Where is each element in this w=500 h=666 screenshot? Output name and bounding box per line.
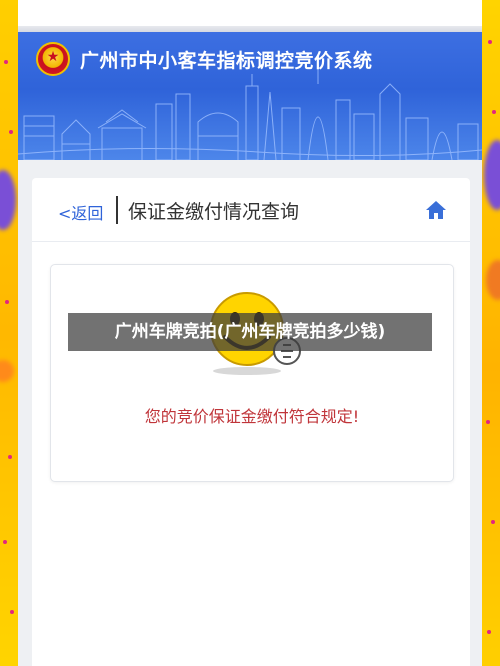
decor-dot [5,300,9,304]
decor-dot [486,420,490,424]
top-strip [18,0,482,32]
decor-dot [10,610,14,614]
guangzhou-emblem-icon [36,42,70,76]
page-title: 保证金缴付情况查询 [128,201,300,223]
query-card: <返回 保证金缴付情况查询 您的竞价保证金缴付符合规定! [32,178,470,666]
result-panel: 您的竞价保证金缴付符合规定! [50,264,454,482]
decor-dot [487,630,491,634]
decor-dot [9,130,13,134]
header-divider [116,196,118,224]
decor-dot [8,455,12,459]
decor-blob [0,170,16,230]
decor-blob [484,140,500,210]
result-message: 您的竞价保证金缴付符合规定! [144,407,360,426]
right-backdrop [482,0,500,666]
decor-dot [488,40,492,44]
page-header: <返回 保证金缴付情况查询 [32,178,470,242]
system-banner: 广州市中小客车指标调控竞价系统 [18,32,482,160]
system-title: 广州市中小客车指标调控竞价系统 [80,49,373,72]
decor-dot [492,110,496,114]
back-button[interactable]: <返回 [58,200,103,224]
left-backdrop [0,0,18,666]
decor-dot [491,520,495,524]
home-icon[interactable] [424,198,448,222]
overlay-caption: 广州车牌竞拍(广州车牌竞拍多少钱) [68,313,432,351]
decor-blob [486,260,500,300]
decor-dot [4,60,8,64]
decor-dot [3,540,7,544]
city-skyline-illustration [18,68,482,160]
decor-blob [0,360,14,382]
